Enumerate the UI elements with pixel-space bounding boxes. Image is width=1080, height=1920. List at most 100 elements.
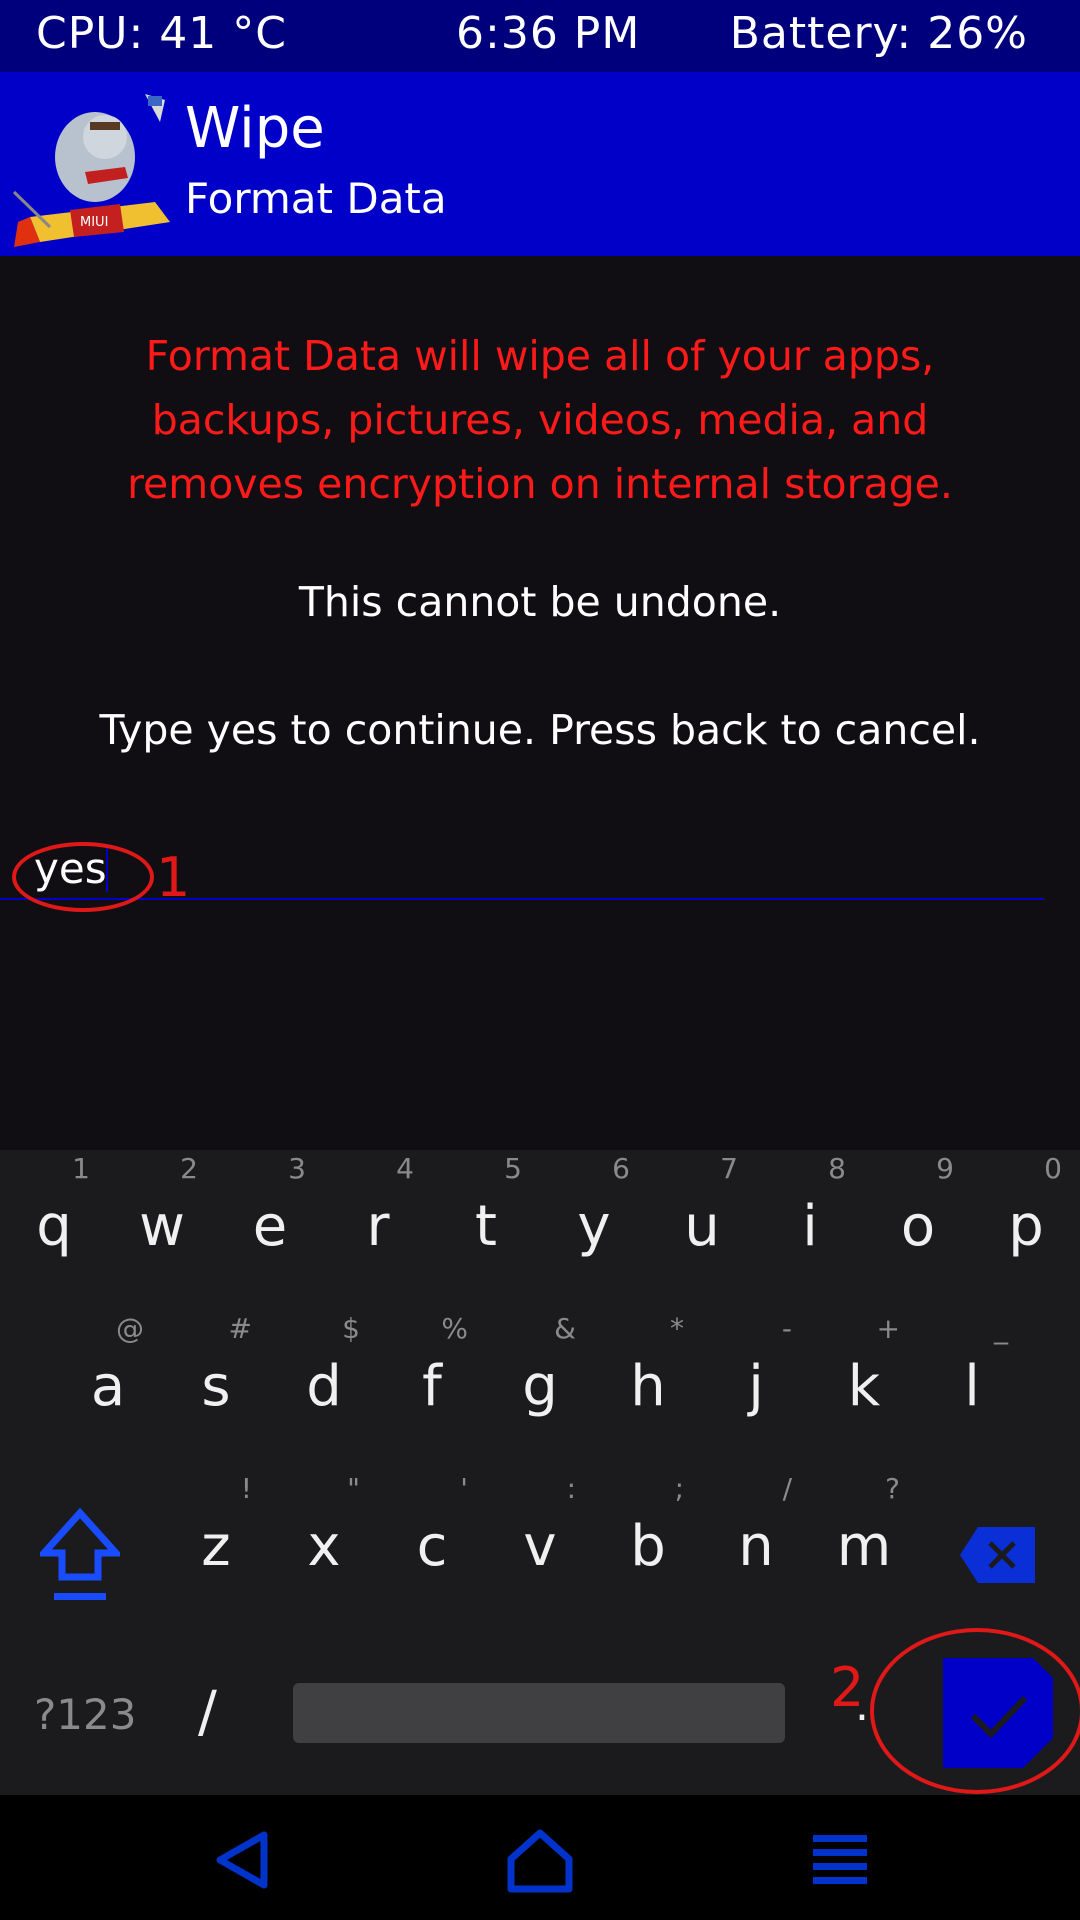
key-label: x — [307, 1514, 341, 1579]
key-hint: ' — [460, 1472, 468, 1505]
status-bar: CPU: 41 °C 6:36 PM Battery: 26% — [0, 0, 1080, 72]
key-z[interactable]: ! z — [162, 1472, 270, 1602]
key-label: u — [684, 1194, 720, 1259]
key-label: r — [366, 1194, 390, 1259]
key-hint: * — [670, 1312, 684, 1345]
page-title: Wipe — [185, 96, 325, 161]
battery-level: Battery: 26% — [729, 8, 1028, 59]
key-e[interactable]: 3e — [216, 1152, 324, 1282]
key-p[interactable]: 0p — [972, 1152, 1080, 1282]
key-hint: & — [554, 1312, 576, 1345]
key-i[interactable]: 8i — [756, 1152, 864, 1282]
key-hint: 0 — [1044, 1152, 1062, 1185]
key-y[interactable]: 6y — [540, 1152, 648, 1282]
key-label: l — [964, 1354, 980, 1419]
key-label: j — [748, 1354, 764, 1419]
key-k[interactable]: + k — [810, 1312, 918, 1442]
back-icon[interactable] — [208, 1825, 278, 1895]
page-header: MIUI Wipe Format Data — [0, 72, 1080, 256]
key-o[interactable]: 9o — [864, 1152, 972, 1282]
key-hint: ! — [240, 1472, 252, 1505]
key-hint: : — [566, 1472, 576, 1505]
key-hint: % — [441, 1312, 468, 1345]
key-hint: ; — [674, 1472, 684, 1505]
miui-rocket-logo: MIUI — [12, 94, 170, 247]
key-label: v — [523, 1514, 557, 1579]
key-hint: " — [347, 1472, 360, 1505]
key-label: f — [422, 1354, 442, 1419]
key-r[interactable]: 4r — [324, 1152, 432, 1282]
backspace-key-icon[interactable] — [960, 1525, 1035, 1585]
key-c[interactable]: ' c — [378, 1472, 486, 1602]
slash-key[interactable]: / — [198, 1680, 217, 1745]
key-label: s — [201, 1354, 231, 1419]
key-hint: @ — [116, 1312, 144, 1345]
key-hint: 5 — [504, 1152, 522, 1185]
key-hint: 2 — [180, 1152, 198, 1185]
format-warning: Format Data will wipe all of your apps, … — [0, 324, 1080, 516]
key-hint: # — [228, 1312, 252, 1345]
key-m[interactable]: ? m — [810, 1472, 918, 1602]
key-label: w — [139, 1194, 185, 1259]
key-hint: 6 — [612, 1152, 630, 1185]
key-x[interactable]: " x — [270, 1472, 378, 1602]
key-d[interactable]: $ d — [270, 1312, 378, 1442]
key-f[interactable]: % f — [378, 1312, 486, 1442]
key-n[interactable]: / n — [702, 1472, 810, 1602]
home-icon[interactable] — [505, 1825, 575, 1895]
cpu-temperature: CPU: 41 °C — [36, 8, 287, 59]
key-label: b — [630, 1514, 666, 1579]
menu-icon[interactable] — [805, 1825, 875, 1895]
key-g[interactable]: & g — [486, 1312, 594, 1442]
key-t[interactable]: 5t — [432, 1152, 540, 1282]
confirm-instructions: Type yes to continue. Press back to canc… — [99, 706, 981, 754]
key-label: h — [630, 1354, 666, 1419]
key-hint: - — [781, 1312, 792, 1345]
key-label: a — [90, 1354, 126, 1419]
key-hint: 4 — [396, 1152, 414, 1185]
key-label: q — [36, 1194, 72, 1259]
clock: 6:36 PM — [456, 8, 641, 59]
key-label: y — [577, 1194, 611, 1259]
key-l[interactable]: _ l — [918, 1312, 1026, 1442]
space-bar[interactable] — [293, 1683, 785, 1743]
warning-line: removes encryption on internal storage. — [127, 460, 953, 508]
annotation-number-1: 1 — [156, 846, 191, 909]
key-hint: + — [876, 1312, 900, 1345]
key-label: m — [836, 1514, 892, 1579]
key-hint: 8 — [828, 1152, 846, 1185]
key-v[interactable]: :v — [486, 1472, 594, 1602]
symbols-key[interactable]: ?123 — [34, 1690, 136, 1739]
key-label: g — [522, 1354, 558, 1419]
key-s[interactable]: # s — [162, 1312, 270, 1442]
shift-key-icon[interactable] — [40, 1505, 120, 1605]
key-label: d — [306, 1354, 342, 1419]
key-label: p — [1008, 1194, 1044, 1259]
key-hint: 7 — [720, 1152, 738, 1185]
key-u[interactable]: 7u — [648, 1152, 756, 1282]
key-hint: _ — [994, 1312, 1008, 1345]
key-label: o — [900, 1194, 936, 1259]
key-hint: / — [782, 1472, 792, 1505]
key-q[interactable]: 1q — [0, 1152, 108, 1282]
undone-notice: This cannot be undone. — [298, 578, 782, 626]
warning-line: backups, pictures, videos, media, and — [151, 396, 929, 444]
key-hint: 9 — [936, 1152, 954, 1185]
annotation-circle-1 — [12, 842, 154, 912]
key-label: i — [802, 1194, 818, 1259]
key-label: c — [416, 1514, 448, 1579]
key-label: n — [738, 1514, 774, 1579]
svg-text:MIUI: MIUI — [80, 215, 108, 230]
key-label: k — [847, 1354, 881, 1419]
key-j[interactable]: -j — [702, 1312, 810, 1442]
annotation-circle-2 — [870, 1628, 1080, 1794]
key-b[interactable]: ; b — [594, 1472, 702, 1602]
key-w[interactable]: 2w — [108, 1152, 216, 1282]
key-a[interactable]: @ a — [54, 1312, 162, 1442]
page-subtitle: Format Data — [185, 174, 447, 223]
navigation-bar — [0, 1795, 1080, 1920]
key-label: e — [252, 1194, 288, 1259]
key-hint: ? — [885, 1472, 900, 1505]
key-h[interactable]: * h — [594, 1312, 702, 1442]
key-label: z — [201, 1514, 231, 1579]
